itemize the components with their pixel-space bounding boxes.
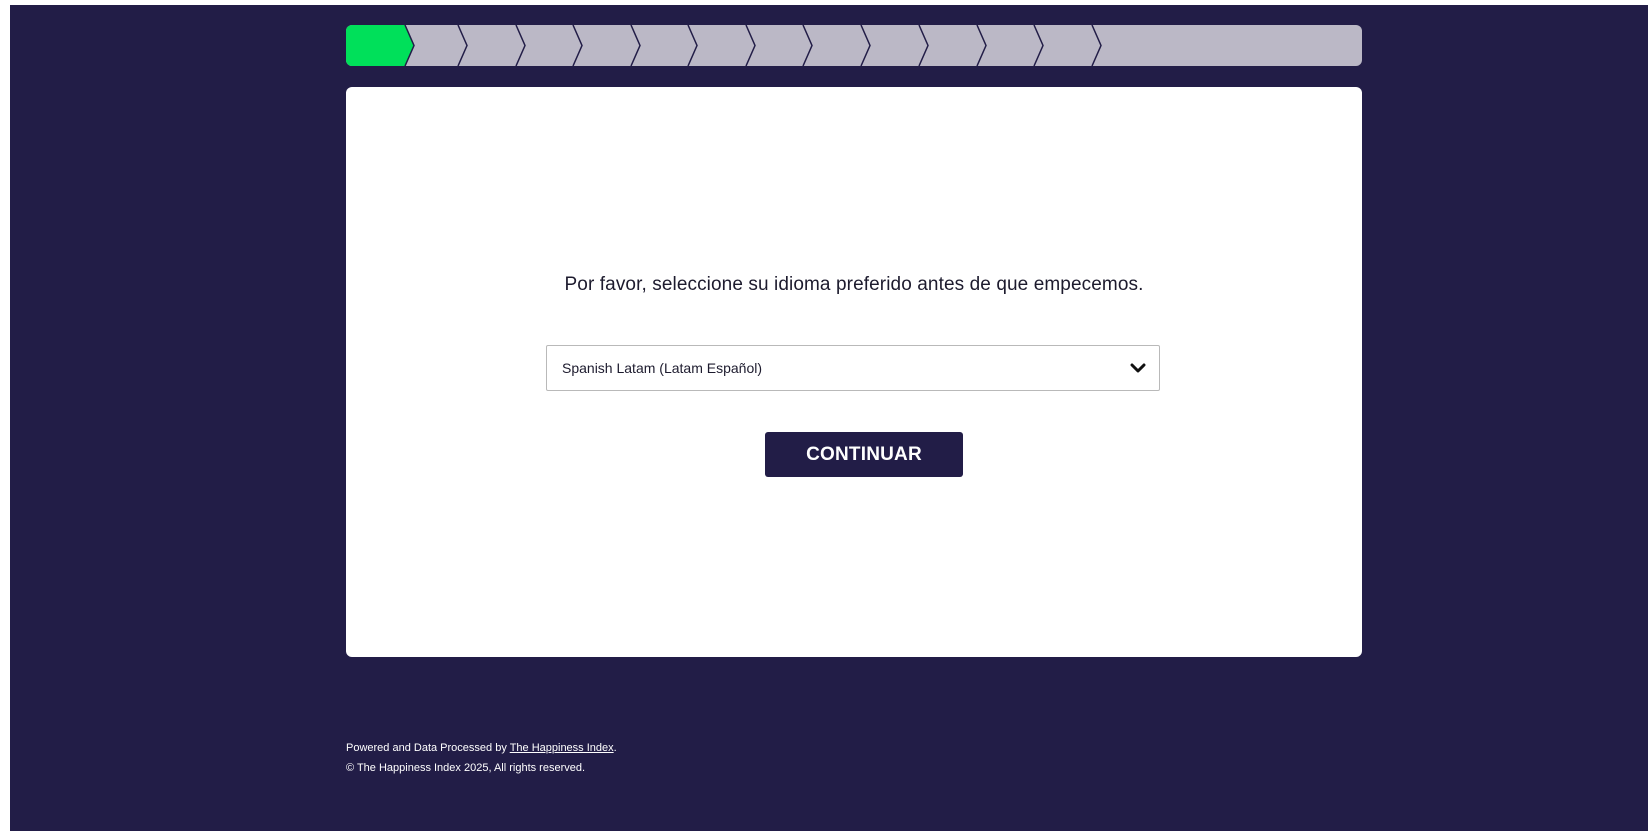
progress-step-divider [860, 25, 871, 66]
language-select-value: Spanish Latam (Latam Español) [562, 360, 762, 376]
powered-by-text: Powered and Data Processed by [346, 742, 510, 754]
progress-step-divider [515, 25, 526, 66]
powered-by-line: Powered and Data Processed by The Happin… [346, 738, 617, 758]
progress-step-divider [572, 25, 583, 66]
progress-step-divider [630, 25, 641, 66]
progress-step-divider [745, 25, 756, 66]
progress-step-completed [346, 25, 414, 66]
progress-step-divider [976, 25, 987, 66]
happiness-index-link[interactable]: The Happiness Index [510, 742, 614, 754]
footer: Powered and Data Processed by The Happin… [346, 738, 617, 778]
progress-step-divider [457, 25, 468, 66]
progress-step-divider [687, 25, 698, 66]
survey-page: Por favor, seleccione su idioma preferid… [10, 5, 1648, 831]
progress-step-divider [802, 25, 813, 66]
progress-bar [346, 25, 1362, 66]
progress-step-divider [918, 25, 929, 66]
progress-step-divider [1033, 25, 1044, 66]
language-card: Por favor, seleccione su idioma preferid… [346, 87, 1362, 657]
progress-step-divider [1091, 25, 1102, 66]
powered-by-suffix: . [613, 742, 617, 754]
continue-button[interactable]: CONTINUAR [765, 432, 963, 477]
language-prompt: Por favor, seleccione su idioma preferid… [564, 274, 1144, 295]
progress-steps [346, 25, 1102, 66]
progress-step-dividers [404, 25, 1102, 66]
copyright-text: © The Happiness Index 2025, All rights r… [346, 762, 586, 774]
chevron-down-icon [1130, 363, 1146, 373]
language-select[interactable]: Spanish Latam (Latam Español) [546, 345, 1160, 391]
